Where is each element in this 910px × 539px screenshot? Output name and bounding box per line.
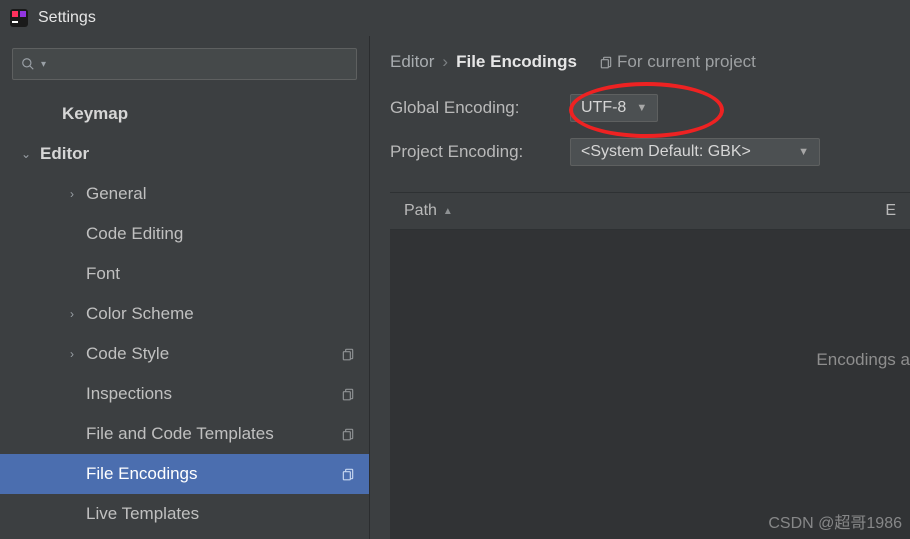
chevron-down-icon[interactable]: ▾	[41, 59, 46, 70]
project-encoding-dropdown[interactable]: <System Default: GBK> ▼	[570, 138, 820, 166]
scope-tag-label: For current project	[617, 52, 756, 72]
dropdown-value: <System Default: GBK>	[581, 143, 751, 161]
sort-asc-icon: ▲	[443, 206, 453, 217]
tree-item-file-encodings[interactable]: File Encodings	[0, 454, 369, 494]
tree-item-label: Code Style	[86, 344, 169, 364]
tree-item-label: Font	[86, 264, 120, 284]
search-input[interactable]	[52, 56, 348, 73]
breadcrumb: Editor › File Encodings For current proj…	[390, 52, 910, 72]
tree-item-general[interactable]: › General	[0, 174, 369, 214]
chevron-right-icon[interactable]: ›	[64, 347, 80, 361]
chevron-right-icon[interactable]: ›	[64, 187, 80, 201]
scope-tag: For current project	[599, 52, 756, 72]
breadcrumb-current: File Encodings	[456, 52, 577, 72]
tree-item-label: Editor	[40, 144, 89, 164]
search-box[interactable]: ▾	[12, 48, 357, 80]
chevron-down-icon[interactable]: ⌄	[18, 147, 34, 161]
sheet-icon	[341, 347, 355, 361]
chevron-right-icon: ›	[442, 52, 448, 72]
hint-text: Encodings a	[816, 350, 910, 370]
tree-item-color-scheme[interactable]: › Color Scheme	[0, 294, 369, 334]
tree-item-label: Color Scheme	[86, 304, 194, 324]
breadcrumb-parent[interactable]: Editor	[390, 52, 434, 72]
sheet-icon	[599, 55, 613, 69]
table-body: Encodings a	[390, 230, 910, 539]
project-encoding-row: Project Encoding: <System Default: GBK> …	[390, 138, 910, 166]
tree-item-label: File Encodings	[86, 464, 198, 484]
settings-tree: Keymap ⌄ Editor › General Code Editing Fon…	[0, 90, 369, 538]
tree-item-live-templates[interactable]: Live Templates	[0, 494, 369, 534]
tree-item-label: Keymap	[62, 104, 128, 124]
content-panel: Editor › File Encodings For current proj…	[370, 36, 910, 539]
tree-item-inspections[interactable]: Inspections	[0, 374, 369, 414]
chevron-right-icon[interactable]: ›	[64, 307, 80, 321]
column-encoding[interactable]: E	[885, 202, 896, 220]
tree-item-label: General	[86, 184, 146, 204]
sidebar: ▾ Keymap ⌄ Editor › General Code Editing F…	[0, 36, 370, 539]
tree-item-label: File and Code Templates	[86, 424, 274, 444]
tree-item-label: Code Editing	[86, 224, 183, 244]
title-bar: Settings	[0, 0, 910, 36]
watermark-text: CSDN @超哥1986	[768, 509, 902, 533]
tree-item-code-style[interactable]: › Code Style	[0, 334, 369, 374]
tree-item-editor[interactable]: ⌄ Editor	[0, 134, 369, 174]
global-encoding-row: Global Encoding: UTF-8 ▼	[390, 94, 910, 122]
sheet-icon	[341, 467, 355, 481]
app-icon	[10, 9, 28, 27]
tree-item-label: Inspections	[86, 384, 172, 404]
sheet-icon	[341, 427, 355, 441]
table-header: Path▲ E	[390, 192, 910, 230]
tree-item-keymap[interactable]: Keymap	[0, 94, 369, 134]
search-icon	[21, 57, 35, 71]
tree-item-code-editing[interactable]: Code Editing	[0, 214, 369, 254]
chevron-down-icon: ▼	[798, 146, 809, 158]
column-path[interactable]: Path▲	[404, 202, 453, 220]
tree-item-templates[interactable]: File and Code Templates	[0, 414, 369, 454]
dropdown-value: UTF-8	[581, 99, 626, 117]
window-title: Settings	[38, 9, 96, 27]
sheet-icon	[341, 387, 355, 401]
global-encoding-dropdown[interactable]: UTF-8 ▼	[570, 94, 658, 122]
tree-item-label: Live Templates	[86, 504, 199, 524]
project-encoding-label: Project Encoding:	[390, 142, 560, 162]
chevron-down-icon: ▼	[636, 102, 647, 114]
tree-item-font[interactable]: Font	[0, 254, 369, 294]
global-encoding-label: Global Encoding:	[390, 98, 560, 118]
